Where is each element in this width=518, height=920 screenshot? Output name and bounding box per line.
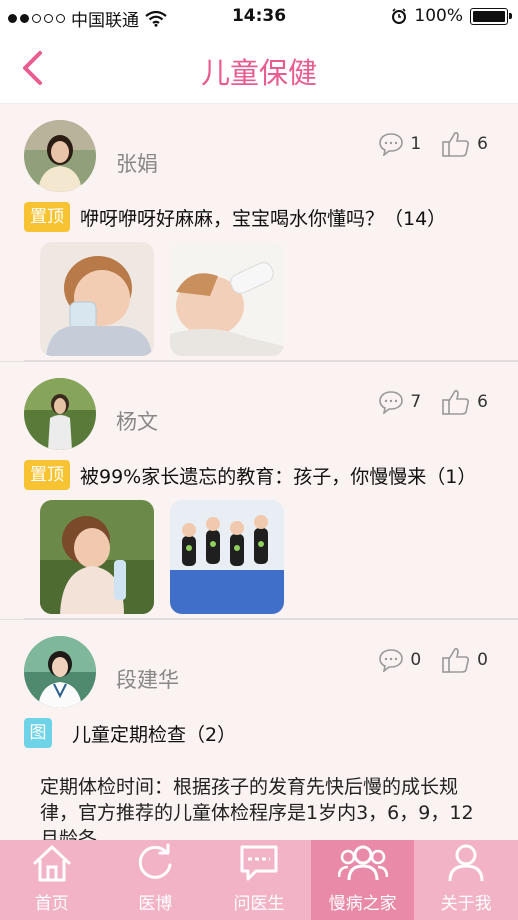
tab-label: 问医生: [233, 894, 285, 914]
post-image[interactable]: [40, 500, 154, 614]
home-icon: [33, 845, 71, 882]
avatar[interactable]: [24, 636, 96, 708]
group-icon: [337, 845, 388, 881]
like-count[interactable]: 6: [441, 130, 488, 158]
thumbs-up-icon: [442, 132, 470, 157]
avatar[interactable]: [24, 378, 96, 450]
author-name[interactable]: 杨文: [116, 406, 158, 436]
alarm-icon: [392, 8, 407, 24]
post-stats: 1 6: [378, 130, 488, 158]
avatar[interactable]: [24, 120, 96, 192]
post-stats: 0 0: [378, 646, 488, 674]
battery-percent: 100%: [414, 6, 463, 26]
refresh-icon: [139, 843, 172, 879]
post-image[interactable]: [40, 242, 154, 356]
comment-icon: [379, 649, 404, 672]
page-title: 儿童保健: [200, 56, 317, 90]
post-divider: [24, 360, 518, 361]
like-count[interactable]: 6: [441, 388, 488, 416]
image-post-badge: 图: [24, 718, 52, 748]
thumbs-up-icon: [442, 390, 470, 415]
nav-bar: 儿童保健: [0, 34, 518, 104]
post-card[interactable]: 张娟 1 6 置顶 咿呀咿呀好麻麻，宝宝喝水你懂吗？（14）: [0, 104, 518, 362]
comment-count[interactable]: 0: [378, 648, 421, 672]
comment-count-value: 0: [410, 650, 422, 670]
like-count-value: 0: [477, 650, 488, 670]
post-images: [40, 500, 284, 614]
tab-label: 关于我: [440, 894, 492, 914]
tab-label: 首页: [34, 894, 69, 914]
pinned-badge: 置顶: [24, 202, 70, 232]
comment-icon: [379, 133, 404, 156]
post-images: [40, 242, 284, 356]
status-bar: 中国联通 14:36 100%: [0, 0, 518, 34]
post-title-row[interactable]: 置顶 被99%家长遗忘的教育：孩子，你慢慢来（1）: [24, 460, 476, 490]
post-title[interactable]: 儿童定期检查（2）: [72, 720, 236, 747]
user-icon: [448, 844, 484, 882]
post-title-row[interactable]: 置顶 咿呀咿呀好麻麻，宝宝喝水你懂吗？（14）: [24, 202, 446, 232]
tab-yibo[interactable]: 医博: [104, 840, 208, 920]
comment-count-value: 1: [410, 134, 422, 154]
tab-home[interactable]: 首页: [0, 840, 104, 920]
author-name[interactable]: 张娟: [116, 148, 158, 178]
tab-ask-doctor[interactable]: 问医生: [207, 840, 311, 920]
post-image[interactable]: [170, 500, 284, 614]
tab-label: 医博: [138, 894, 173, 914]
post-title[interactable]: 咿呀咿呀好麻麻，宝宝喝水你懂吗？（14）: [80, 204, 446, 231]
like-count[interactable]: 0: [441, 646, 488, 674]
thumbs-up-icon: [442, 648, 470, 673]
status-right: 100%: [391, 6, 512, 26]
pinned-badge: 置顶: [24, 460, 70, 490]
like-count-value: 6: [477, 392, 488, 412]
post-title[interactable]: 被99%家长遗忘的教育：孩子，你慢慢来（1）: [80, 462, 476, 489]
author-name[interactable]: 段建华: [116, 664, 179, 694]
comment-count[interactable]: 7: [378, 390, 421, 414]
post-card[interactable]: 杨文 7 6 置顶 被99%家长遗忘的教育：孩子，你慢慢来（1）: [0, 362, 518, 620]
post-title-row[interactable]: 图 儿童定期检查（2）: [24, 718, 236, 748]
like-count-value: 6: [477, 134, 488, 154]
post-card[interactable]: 段建华 0 0 图 儿童定期检查（2） 定期体检时间：根据孩子的发育先快后慢的成: [0, 620, 518, 840]
post-feed[interactable]: 张娟 1 6 置顶 咿呀咿呀好麻麻，宝宝喝水你懂吗？（14） 杨文 7 6 置顶…: [0, 104, 518, 840]
comment-count[interactable]: 1: [378, 132, 421, 156]
comment-count-value: 7: [410, 392, 422, 412]
tab-label: 慢病之家: [328, 894, 397, 914]
chat-icon: [240, 845, 278, 881]
tab-chronic-home[interactable]: 慢病之家: [310, 840, 415, 920]
tab-about-me[interactable]: 关于我: [414, 840, 518, 920]
post-stats: 7 6: [378, 388, 488, 416]
comment-icon: [379, 391, 404, 414]
tab-bar: 首页 医博 问医生 慢病之家 关于我: [0, 840, 518, 920]
post-image[interactable]: [170, 242, 284, 356]
post-body[interactable]: 定期体检时间：根据孩子的发育先快后慢的成长规律，官方推荐的儿童体检程序是1岁内3…: [40, 774, 480, 840]
post-divider: [24, 618, 518, 619]
battery-icon: [470, 7, 512, 25]
